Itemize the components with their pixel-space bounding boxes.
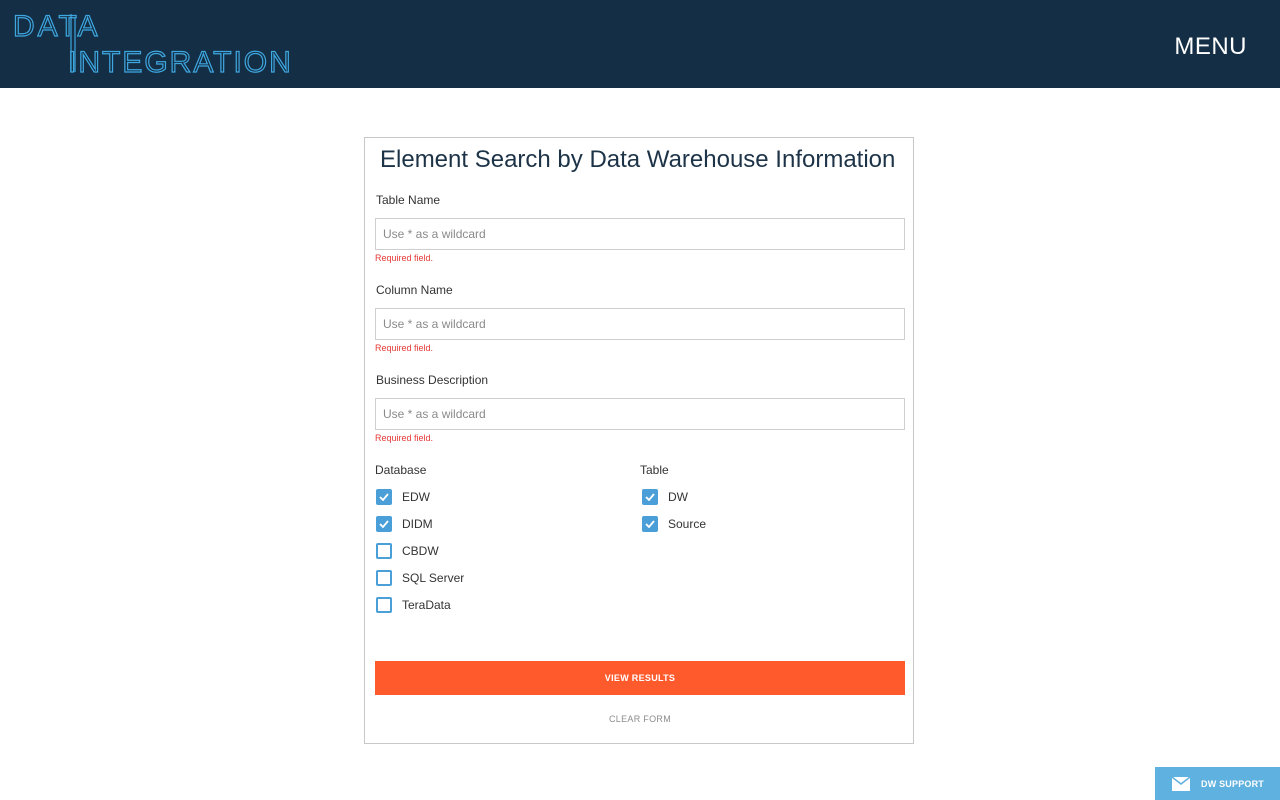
envelope-icon (1172, 776, 1190, 791)
business-description-error: Required field. (375, 433, 434, 443)
checkmark-icon (645, 520, 655, 528)
svg-text:DATA: DATA (13, 10, 101, 43)
checkmark-icon (645, 493, 655, 501)
checkbox-dw[interactable] (642, 489, 658, 505)
menu-button[interactable]: MENU (1174, 33, 1247, 61)
checkbox-label-sql-server: SQL Server (402, 571, 465, 585)
checkbox-didm[interactable] (376, 516, 392, 532)
checkbox-edw[interactable] (376, 489, 392, 505)
form-title: Element Search by Data Warehouse Informa… (380, 146, 896, 173)
element-search-form: Element Search by Data Warehouse Informa… (364, 137, 914, 744)
data-integration-logo[interactable]: DATA INTEGRATION (13, 8, 308, 78)
table-group-label: Table (640, 463, 669, 477)
table-name-input[interactable] (375, 218, 905, 250)
checkbox-label-teradata: TeraData (402, 598, 451, 612)
clear-form-button[interactable]: CLEAR FORM (375, 714, 905, 728)
table-option-source[interactable]: Source (642, 515, 706, 533)
database-option-didm[interactable]: DIDM (376, 515, 433, 533)
checkbox-source[interactable] (642, 516, 658, 532)
app-header: DATA INTEGRATION MENU (0, 0, 1280, 88)
business-description-input[interactable] (375, 398, 905, 430)
checkbox-label-dw: DW (668, 490, 688, 504)
dw-support-button[interactable]: DW SUPPORT (1155, 767, 1280, 800)
checkbox-label-didm: DIDM (402, 517, 433, 531)
dw-support-label: DW SUPPORT (1201, 778, 1265, 789)
checkbox-label-source: Source (668, 517, 707, 531)
database-group-label: Database (375, 463, 427, 477)
checkmark-icon (379, 493, 389, 501)
checkbox-sql-server[interactable] (376, 570, 392, 586)
svg-text:INTEGRATION: INTEGRATION (68, 46, 293, 78)
table-name-label: Table Name (376, 193, 441, 207)
view-results-button[interactable]: VIEW RESULTS (375, 661, 905, 695)
table-option-dw[interactable]: DW (642, 488, 688, 506)
checkbox-label-edw: EDW (402, 490, 430, 504)
database-option-edw[interactable]: EDW (376, 488, 430, 506)
checkmark-icon (379, 520, 389, 528)
column-name-input[interactable] (375, 308, 905, 340)
database-option-sql-server[interactable]: SQL Server (376, 569, 464, 587)
checkbox-teradata[interactable] (376, 597, 392, 613)
database-option-teradata[interactable]: TeraData (376, 596, 451, 614)
checkbox-cbdw[interactable] (376, 543, 392, 559)
database-option-cbdw[interactable]: CBDW (376, 542, 439, 560)
table-name-error: Required field. (375, 253, 434, 263)
column-name-error: Required field. (375, 343, 434, 353)
business-description-label: Business Description (376, 373, 489, 387)
checkbox-label-cbdw: CBDW (402, 544, 439, 558)
column-name-label: Column Name (376, 283, 453, 297)
